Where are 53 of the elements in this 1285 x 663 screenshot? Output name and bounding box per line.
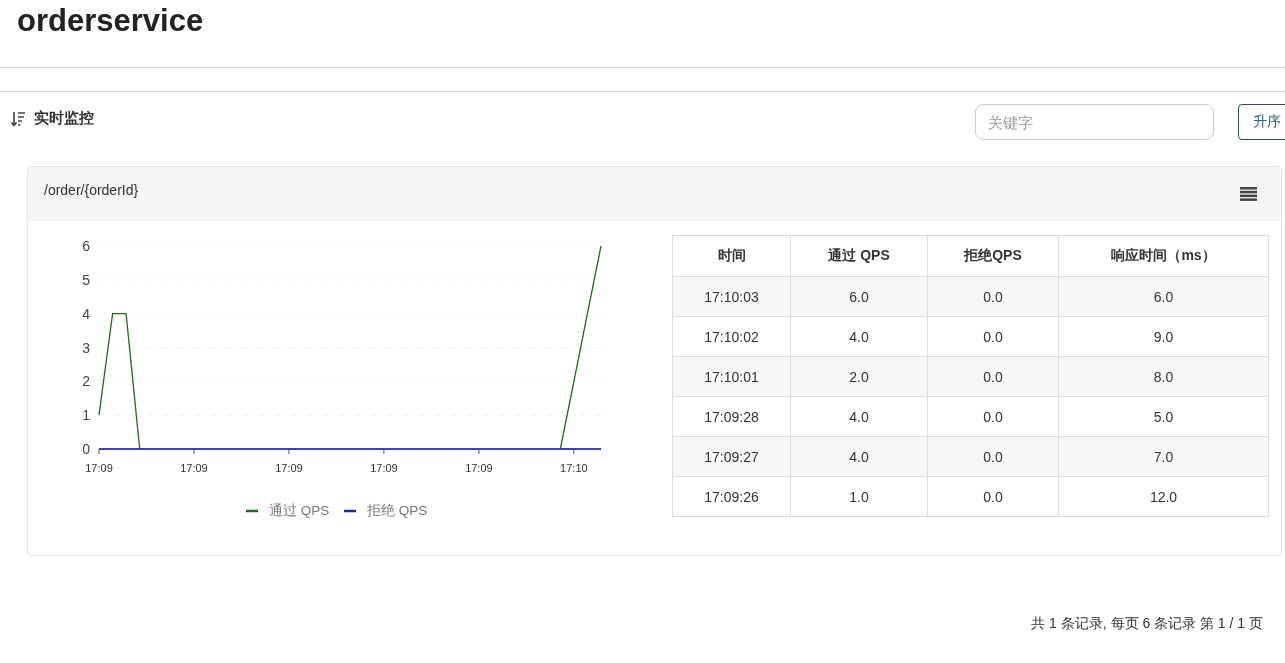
menu-icon[interactable]: [1240, 187, 1257, 201]
table-cell: 0.0: [927, 356, 1059, 397]
y-tick-label: 6: [82, 238, 90, 254]
legend-swatch: [344, 509, 356, 513]
page-title: orderservice: [16, 2, 205, 40]
y-tick-label: 0: [82, 441, 90, 457]
table-cell: 6.0: [790, 276, 928, 317]
sort-button[interactable]: 升序: [1238, 104, 1285, 140]
y-tick-label: 3: [82, 339, 90, 356]
table-cell: 0.0: [927, 276, 1059, 317]
table-cell: 9.0: [1058, 316, 1269, 357]
table-cell: 0.0: [927, 316, 1059, 357]
table-cell: 2.0: [790, 356, 928, 397]
table-cell: 8.0: [1058, 356, 1269, 397]
table-cell: 17:10:03: [672, 276, 791, 317]
table-cell: 17:10:02: [672, 316, 791, 357]
card-title: /order/{orderId}: [44, 182, 139, 198]
sort-icon: [11, 110, 26, 127]
y-tick-label: 1: [82, 407, 90, 424]
table-cell: 7.0: [1058, 436, 1269, 477]
search-field[interactable]: 关键字: [975, 104, 1214, 140]
table-cell: 17:09:27: [672, 436, 791, 477]
section-title: 实时监控: [34, 109, 94, 128]
x-tick-label: 17:09: [275, 462, 303, 474]
legend-swatch: [246, 509, 258, 513]
table-cell: 4.0: [790, 436, 928, 477]
table-cell: 17:09:28: [672, 396, 791, 437]
table-cell: 0.0: [927, 396, 1059, 437]
table-cell: 1.0: [790, 476, 928, 517]
pagination-info: 共 1 条记录, 每页 6 条记录 第 1 / 1 页: [1031, 615, 1263, 633]
table-cell: 17:10:01: [672, 356, 791, 397]
table-cell: 0.0: [927, 436, 1059, 477]
column-header: 响应时间（ms）: [1058, 235, 1269, 277]
y-tick-label: 2: [82, 373, 90, 390]
legend-label[interactable]: 通过 QPS: [269, 503, 330, 518]
table-cell: 12.0: [1058, 476, 1269, 517]
x-tick-label: 17:09: [180, 462, 208, 474]
legend-label[interactable]: 拒绝 QPS: [367, 503, 428, 518]
column-header: 拒绝QPS: [927, 235, 1059, 277]
table-cell: 5.0: [1058, 396, 1269, 437]
table-cell: 4.0: [790, 396, 928, 437]
x-tick-label: 17:09: [465, 462, 493, 474]
x-tick-label: 17:10: [560, 462, 588, 474]
column-header: 通过 QPS: [790, 235, 928, 277]
table-cell: 4.0: [790, 316, 928, 357]
x-tick-label: 17:09: [85, 462, 113, 474]
x-tick-label: 17:09: [370, 462, 398, 474]
table-cell: 0.0: [927, 476, 1059, 517]
y-tick-label: 4: [82, 305, 90, 322]
table-cell: 17:09:26: [672, 476, 791, 517]
column-header: 时间: [672, 235, 791, 277]
y-tick-label: 5: [82, 271, 90, 288]
table-cell: 6.0: [1058, 276, 1269, 317]
